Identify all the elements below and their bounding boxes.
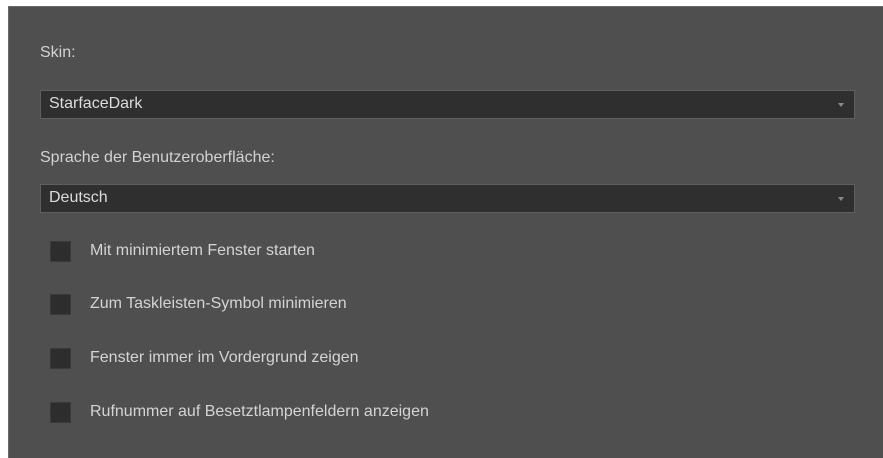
- language-select[interactable]: Deutsch: [40, 184, 855, 213]
- settings-panel: Skin: StarfaceDark Sprache der Benutzero…: [8, 6, 883, 458]
- show-number-on-blf-checkbox[interactable]: [50, 402, 71, 423]
- skin-select[interactable]: StarfaceDark: [40, 90, 855, 119]
- start-minimized-label: Mit minimiertem Fenster starten: [90, 242, 315, 259]
- language-label: Sprache der Benutzeroberfläche:: [40, 149, 275, 166]
- show-number-on-blf-label: Rufnummer auf Besetztlampenfeldern anzei…: [90, 403, 429, 420]
- chevron-down-icon: [838, 197, 844, 201]
- always-on-top-label: Fenster immer im Vordergrund zeigen: [90, 349, 359, 366]
- skin-label: Skin:: [40, 44, 76, 61]
- always-on-top-checkbox[interactable]: [50, 348, 71, 369]
- language-select-value: Deutsch: [49, 189, 108, 206]
- skin-select-value: StarfaceDark: [49, 95, 143, 112]
- start-minimized-checkbox[interactable]: [50, 241, 71, 262]
- minimize-to-tray-checkbox[interactable]: [50, 294, 71, 315]
- minimize-to-tray-label: Zum Taskleisten-Symbol minimieren: [90, 295, 347, 312]
- chevron-down-icon: [838, 103, 844, 107]
